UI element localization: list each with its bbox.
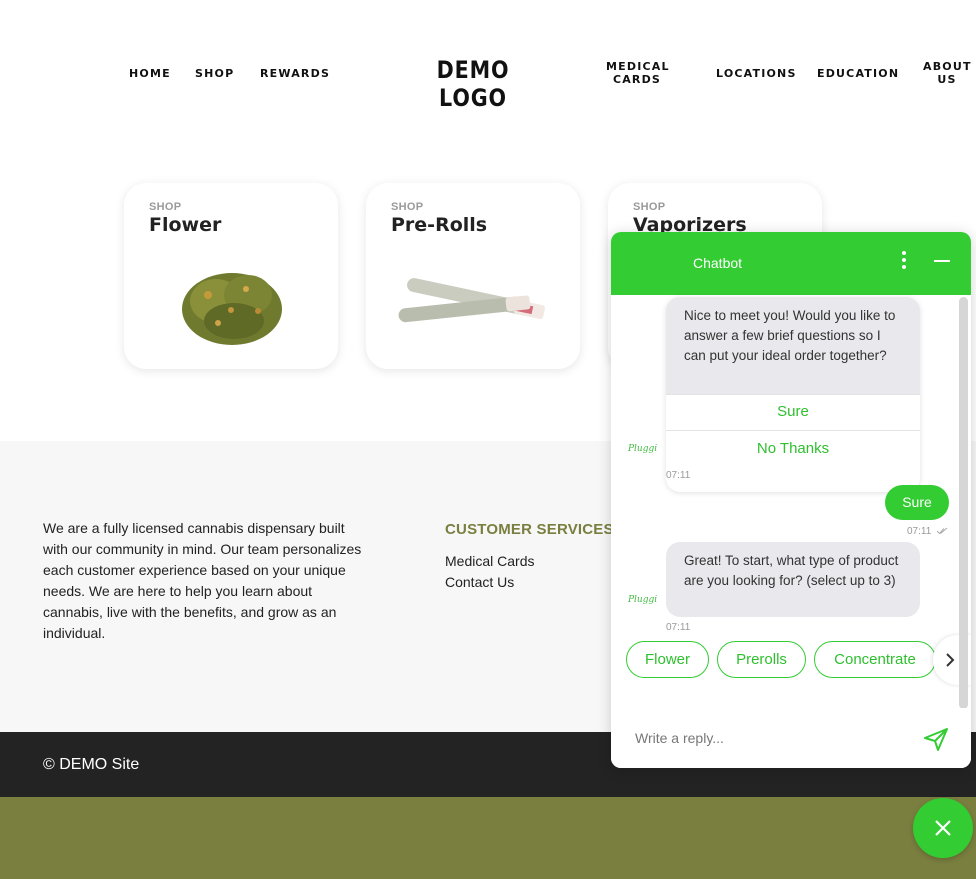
nav-about-line2: US (937, 73, 957, 86)
nav-medical-cards-line2: CARDS (612, 73, 662, 86)
site-logo[interactable]: DEMO LOGO (409, 56, 538, 112)
card-title: Flower (149, 214, 222, 236)
chat-scrollbar[interactable] (959, 297, 968, 709)
olive-band (0, 797, 976, 879)
message-timestamp: 07:11 (666, 622, 691, 633)
chat-title: Chatbot (693, 255, 743, 271)
card-kicker: SHOP (391, 201, 424, 213)
site-header: HOME SHOP REWARDS DEMO LOGO MEDICAL CARD… (0, 0, 976, 145)
option-sure-button[interactable]: Sure (666, 394, 920, 430)
pre-roll-image (398, 278, 546, 323)
nav-rewards[interactable]: REWARDS (260, 67, 330, 80)
shop-card-flower[interactable]: SHOP Flower (124, 183, 338, 369)
footer-about-text: We are a fully licensed cannabis dispens… (43, 520, 362, 641)
more-options-icon[interactable] (895, 248, 913, 274)
nav-about-us[interactable]: ABOUT US (923, 60, 971, 86)
nav-education[interactable]: EDUCATION (817, 67, 899, 80)
nav-about-line1: ABOUT (923, 60, 972, 73)
card-kicker: SHOP (149, 201, 182, 213)
nav-shop[interactable]: SHOP (195, 67, 234, 80)
card-title: Pre-Rolls (391, 214, 488, 236)
close-chat-button[interactable] (913, 798, 973, 858)
minimize-icon[interactable] (929, 250, 955, 272)
pluggi-avatar-icon: Pluggi (628, 444, 658, 454)
chevron-right-icon (946, 653, 955, 667)
message-timestamp: 07:11 (666, 470, 691, 481)
quick-reply-concentrate[interactable]: Concentrate (814, 641, 936, 678)
bot-message: Nice to meet you! Would you like to answ… (666, 297, 920, 394)
user-message: Sure (885, 485, 949, 520)
copyright-text: © DEMO Site (43, 756, 140, 773)
footer-link-contact-us[interactable]: Contact Us (445, 574, 514, 590)
reply-input[interactable] (625, 722, 905, 754)
send-icon[interactable] (921, 726, 951, 752)
flower-bud-image (182, 273, 282, 345)
chat-header: Chatbot (611, 232, 971, 295)
option-no-thanks-button[interactable]: No Thanks (666, 431, 920, 467)
shop-card-pre-rolls[interactable]: SHOP Pre-Rolls (366, 183, 580, 369)
nav-locations[interactable]: LOCATIONS (716, 67, 797, 80)
quick-reply-flower[interactable]: Flower (626, 641, 709, 678)
nav-medical-cards[interactable]: MEDICAL CARDS (606, 60, 668, 86)
quick-reply-prerolls[interactable]: Prerolls (717, 641, 806, 678)
nav-home[interactable]: HOME (129, 67, 171, 80)
reply-bar (611, 708, 971, 768)
chat-widget: Chatbot Nice to meet you! Would you like… (611, 232, 971, 768)
read-receipt-icon (936, 527, 948, 535)
footer-link-medical-cards[interactable]: Medical Cards (445, 553, 534, 569)
nav-medical-cards-line1: MEDICAL (606, 60, 670, 73)
bot-message: Great! To start, what type of product ar… (666, 542, 920, 617)
close-icon (935, 820, 951, 836)
pluggi-avatar-icon: Pluggi (628, 595, 658, 605)
card-kicker: SHOP (633, 201, 666, 213)
message-timestamp: 07:11 (907, 526, 932, 537)
customer-services-heading: CUSTOMER SERVICES (445, 521, 614, 538)
